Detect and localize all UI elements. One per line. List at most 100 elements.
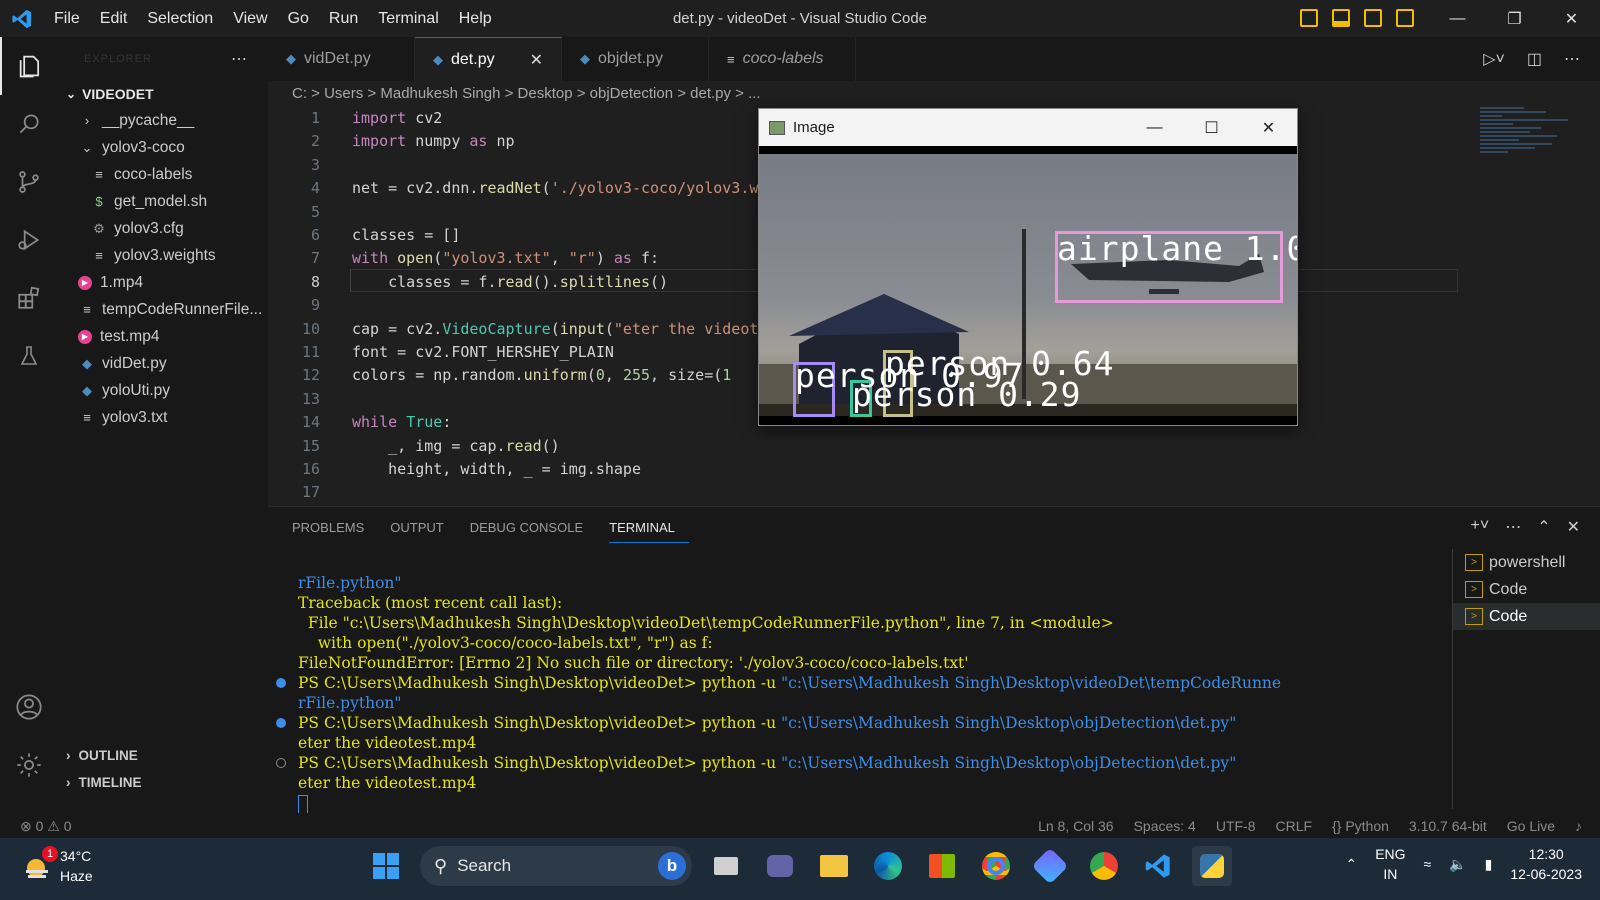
- breadcrumb[interactable]: C: > Users > Madhukesh Singh > Desktop >…: [268, 81, 1600, 105]
- split-editor-icon[interactable]: ◫: [1527, 49, 1542, 69]
- maximize-panel-icon[interactable]: ⌃: [1537, 517, 1550, 537]
- wifi-icon[interactable]: ≈: [1424, 856, 1432, 872]
- run-python-file-icon[interactable]: ▷˅: [1483, 49, 1505, 69]
- menu-item-view[interactable]: View: [223, 0, 277, 37]
- run-debug-icon[interactable]: [0, 211, 58, 269]
- status-item[interactable]: {} Python: [1332, 818, 1389, 834]
- more-actions-icon[interactable]: ⋯: [1564, 49, 1580, 69]
- close-tab-icon[interactable]: ✕: [530, 50, 543, 70]
- clock[interactable]: 12:30 12-06-2023: [1510, 844, 1582, 884]
- edge-browser-icon[interactable]: [868, 846, 908, 886]
- terminal-path: "c:\Users\Madhukesh Singh\Desktop\objDet…: [781, 714, 1237, 732]
- file-tree-item[interactable]: $ get_model.sh: [58, 188, 268, 215]
- microsoft-store-icon[interactable]: [922, 846, 962, 886]
- teams-chat-icon[interactable]: [760, 846, 800, 886]
- weather-widget[interactable]: 1 34°C Haze: [20, 846, 93, 886]
- close-panel-icon[interactable]: ✕: [1567, 517, 1580, 537]
- workspace-folder[interactable]: ⌄ VIDEODET: [58, 81, 268, 107]
- timeline-section[interactable]: › TIMELINE: [58, 769, 268, 796]
- more-actions-icon[interactable]: ⋯: [1505, 517, 1521, 537]
- taskbar-search[interactable]: ⚲ Search b: [420, 846, 692, 886]
- copilot-icon[interactable]: [1030, 846, 1070, 886]
- status-item[interactable]: 3.10.7 64-bit: [1409, 818, 1487, 834]
- toggle-panel-icon[interactable]: [1332, 9, 1350, 27]
- toggle-secondary-sidebar-icon[interactable]: [1364, 9, 1382, 27]
- file-tree-item[interactable]: ⌄ yolov3-coco: [58, 134, 268, 161]
- minimize-button[interactable]: —: [1429, 0, 1486, 37]
- file-tree-item[interactable]: ◆ yoloUti.py: [58, 377, 268, 404]
- opencv-image-window[interactable]: Image — ☐ ✕ airplane 1.0 person 0.97 per…: [758, 108, 1298, 426]
- menu-item-help[interactable]: Help: [449, 0, 502, 37]
- show-hidden-icons-icon[interactable]: ⌃: [1345, 856, 1357, 873]
- status-item[interactable]: CRLF: [1276, 818, 1313, 834]
- status-item[interactable]: Spaces: 4: [1134, 818, 1196, 834]
- close-window-button[interactable]: ✕: [1543, 0, 1600, 37]
- chrome-profile-icon[interactable]: [1084, 846, 1124, 886]
- outline-section[interactable]: › OUTLINE: [58, 742, 268, 769]
- terminal-list-item[interactable]: > Code: [1453, 603, 1600, 630]
- notifications-bell-icon[interactable]: ♪: [1575, 818, 1582, 834]
- chrome-icon[interactable]: [976, 846, 1016, 886]
- file-tree-item[interactable]: ≡ tempCodeRunnerFile...: [58, 296, 268, 323]
- file-explorer-icon[interactable]: [814, 846, 854, 886]
- file-tree-item[interactable]: ▶ 1.mp4: [58, 269, 268, 296]
- tab-det-py[interactable]: ◆ det.py ✕: [415, 37, 562, 81]
- minimap[interactable]: [1480, 105, 1590, 225]
- status-item[interactable]: Go Live: [1507, 818, 1555, 834]
- testing-icon[interactable]: [0, 327, 58, 385]
- search-icon[interactable]: [0, 95, 58, 153]
- volume-icon[interactable]: 🔈: [1449, 856, 1466, 873]
- new-terminal-icon[interactable]: +˅: [1471, 517, 1490, 537]
- terminal-output[interactable]: rFile.python" Traceback (most recent call…: [268, 573, 1448, 813]
- tab-viddet-py[interactable]: ◆ vidDet.py: [268, 37, 415, 81]
- windows-start-icon[interactable]: [366, 846, 406, 886]
- terminal-list-item[interactable]: > Code: [1453, 576, 1600, 603]
- task-view-icon[interactable]: [706, 846, 746, 886]
- python-taskbar-icon[interactable]: [1192, 846, 1232, 886]
- menu-item-terminal[interactable]: Terminal: [368, 0, 448, 37]
- file-tree-item[interactable]: ▶ test.mp4: [58, 323, 268, 350]
- file-tree-item[interactable]: ≡ yolov3.txt: [58, 404, 268, 431]
- menu-item-go[interactable]: Go: [278, 0, 319, 37]
- panel-tab-problems[interactable]: PROBLEMS: [292, 507, 378, 549]
- menu-item-edit[interactable]: Edit: [90, 0, 138, 37]
- battery-icon[interactable]: ▮: [1485, 856, 1493, 873]
- panel-tab-output[interactable]: OUTPUT: [390, 507, 457, 549]
- panel-tab-debug-console[interactable]: DEBUG CONSOLE: [470, 507, 597, 549]
- file-tree-item[interactable]: ≡ coco-labels: [58, 161, 268, 188]
- file-tree-item[interactable]: › __pycache__: [58, 107, 268, 134]
- video-file-icon: ▶: [78, 329, 92, 344]
- more-actions-icon[interactable]: ⋯: [231, 49, 248, 69]
- restore-button[interactable]: ❐: [1486, 0, 1543, 37]
- image-window-titlebar[interactable]: Image — ☐ ✕: [759, 109, 1297, 146]
- bottom-panel: PROBLEMS OUTPUT DEBUG CONSOLE TERMINAL +˅ ⋯…: [268, 506, 1600, 814]
- customize-layout-icon[interactable]: [1396, 9, 1414, 27]
- line-number: 17: [301, 483, 320, 502]
- language-code: ENG: [1375, 846, 1406, 862]
- panel-tab-terminal[interactable]: TERMINAL: [609, 513, 689, 543]
- close-window-button[interactable]: ✕: [1240, 109, 1297, 146]
- language-indicator[interactable]: ENG IN: [1375, 844, 1405, 884]
- accounts-icon[interactable]: [0, 678, 58, 736]
- file-tree-item[interactable]: ⚙ yolov3.cfg: [58, 215, 268, 242]
- status-item[interactable]: UTF-8: [1216, 818, 1256, 834]
- menu-item-selection[interactable]: Selection: [137, 0, 223, 37]
- minimize-button[interactable]: —: [1126, 109, 1183, 146]
- menu-item-file[interactable]: File: [44, 0, 90, 37]
- source-control-icon[interactable]: [0, 153, 58, 211]
- tab-coco-labels[interactable]: ≡ coco-labels: [709, 37, 856, 81]
- settings-gear-icon[interactable]: [0, 736, 58, 794]
- extensions-icon[interactable]: [0, 269, 58, 327]
- maximize-button[interactable]: ☐: [1183, 109, 1240, 146]
- status-item[interactable]: Ln 8, Col 36: [1038, 818, 1114, 834]
- menu-item-run[interactable]: Run: [319, 0, 368, 37]
- tab-objdet-py[interactable]: ◆ objdet.py: [562, 37, 709, 81]
- explorer-icon[interactable]: [0, 37, 58, 95]
- vscode-taskbar-icon[interactable]: [1138, 846, 1178, 886]
- windows-taskbar: 1 34°C Haze ⚲ Search b ⌃ ENG IN ≈ 🔈 ▮ 12…: [0, 838, 1600, 900]
- terminal-list-item[interactable]: > powershell: [1453, 549, 1600, 576]
- file-tree-item[interactable]: ≡ yolov3.weights: [58, 242, 268, 269]
- toggle-sidebar-icon[interactable]: [1300, 9, 1318, 27]
- file-tree-item[interactable]: ◆ vidDet.py: [58, 350, 268, 377]
- problems-count[interactable]: ⊗ 0 ⚠ 0: [20, 818, 72, 835]
